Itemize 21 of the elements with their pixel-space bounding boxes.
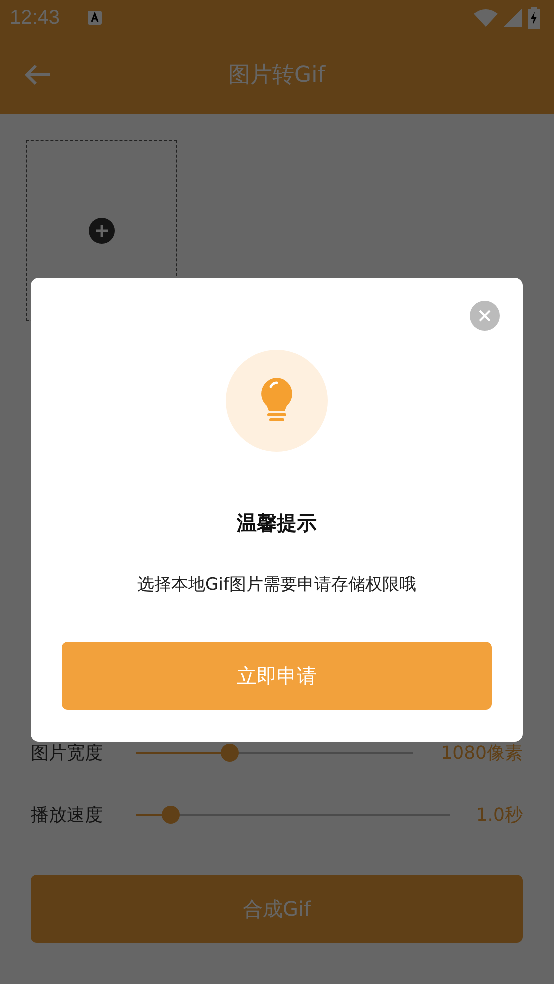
page-title: 图片转Gif <box>228 62 326 90</box>
lightbulb-icon <box>261 378 293 424</box>
battery-icon <box>528 7 540 29</box>
apply-button[interactable]: 立即申请 <box>62 642 492 710</box>
slider-thumb[interactable] <box>221 744 240 762</box>
dialog-title: 温馨提示 <box>237 510 317 537</box>
make-gif-button[interactable]: 合成Gif <box>31 875 523 943</box>
status-time: 12:43 <box>10 6 60 30</box>
close-icon <box>479 310 491 322</box>
dialog-message: 选择本地Gif图片需要申请存储权限哦 <box>138 574 416 596</box>
signal-icon <box>504 9 522 27</box>
setting-label: 图片宽度 <box>31 742 104 765</box>
setting-value: 1080像素 <box>440 742 523 765</box>
back-arrow-icon[interactable] <box>25 64 51 86</box>
notification-icon <box>88 11 102 25</box>
setting-label: 播放速度 <box>31 804 104 827</box>
close-button[interactable] <box>470 301 500 331</box>
plus-icon <box>88 218 114 244</box>
slider-thumb[interactable] <box>162 806 180 824</box>
setting-value: 1.0秒 <box>475 804 523 827</box>
wifi-icon <box>474 9 498 27</box>
